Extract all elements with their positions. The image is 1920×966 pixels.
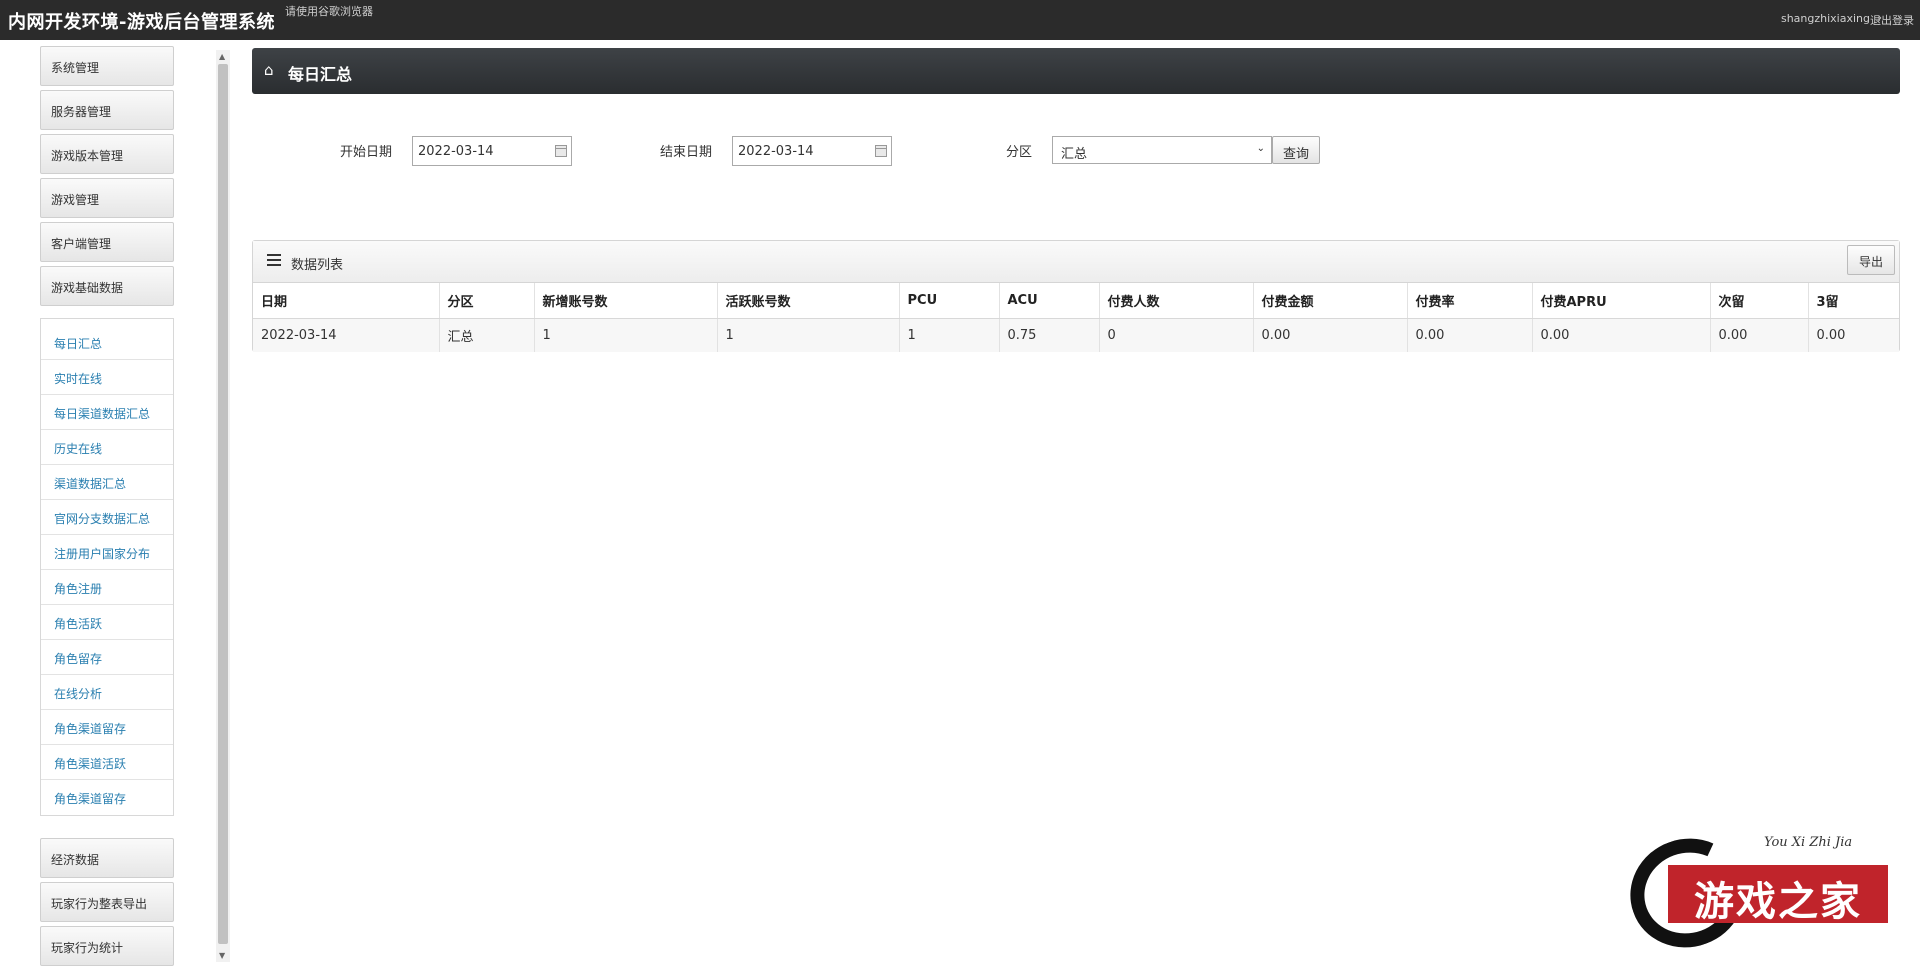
column-header[interactable]: ACU (999, 283, 1100, 319)
calendar-icon[interactable] (875, 145, 887, 157)
chevron-down-icon: ⌄ (1256, 143, 1265, 154)
sidebar-item-behavior-stats[interactable]: 玩家行为统计 (40, 926, 174, 966)
sidebar-item-economy[interactable]: 经济数据 (40, 838, 174, 878)
table-cell: 0.00 (1532, 318, 1711, 352)
table-cell: 0.00 (1710, 318, 1809, 352)
page-title: 每日汇总 (288, 65, 353, 84)
username-link[interactable]: shangzhixiaxing (1781, 12, 1870, 25)
data-list-panel: 数据列表 导出 日期 分区 新增账号数 活跃账号数 PCU ACU 付费人数 付… (252, 240, 1900, 352)
submenu-item[interactable]: 在线分析 (41, 675, 173, 710)
sidebar-top-menu: 系统管理 服务器管理 游戏版本管理 游戏管理 客户端管理 游戏基础数据 (40, 46, 176, 306)
start-date-value: 2022-03-14 (418, 144, 494, 159)
table-row: 2022-03-14 汇总 1 1 1 0.75 0 0.00 0.00 0.0… (253, 318, 1899, 352)
page-header: ⌂ 每日汇总 (252, 48, 1900, 94)
start-date-input[interactable]: 2022-03-14 (412, 136, 572, 166)
table-cell: 0.00 (1407, 318, 1533, 352)
column-header[interactable]: 活跃账号数 (717, 283, 900, 319)
export-button[interactable]: 导出 (1847, 245, 1895, 275)
table-cell: 0 (1099, 318, 1254, 352)
sidebar-submenu: 每日汇总 实时在线 每日渠道数据汇总 历史在线 渠道数据汇总 官网分支数据汇总 … (40, 318, 174, 816)
scrollbar-thumb[interactable] (218, 64, 228, 944)
end-date-label: 结束日期 (660, 145, 713, 160)
logo-script-text: You Xi Zhi Jia (1764, 835, 1853, 850)
table-cell: 0.75 (999, 318, 1100, 352)
zone-select-value: 汇总 (1061, 147, 1088, 162)
scroll-down-icon[interactable]: ▼ (219, 951, 225, 960)
submenu-item[interactable]: 角色留存 (41, 640, 173, 675)
submenu-item[interactable]: 注册用户国家分布 (41, 535, 173, 570)
table-cell: 1 (534, 318, 718, 352)
sidebar-item-game-basic-data[interactable]: 游戏基础数据 (40, 266, 174, 306)
panel-header: 数据列表 导出 (253, 241, 1899, 283)
sidebar-item-behavior-export[interactable]: 玩家行为整表导出 (40, 882, 174, 922)
column-header[interactable]: 3留 (1808, 283, 1899, 319)
end-date-input[interactable]: 2022-03-14 (732, 136, 892, 166)
submenu-item[interactable]: 角色渠道留存 (41, 780, 173, 815)
submenu-item[interactable]: 历史在线 (41, 430, 173, 465)
query-button[interactable]: 查询 (1272, 136, 1320, 164)
table-cell: 2022-03-14 (253, 318, 440, 352)
sidebar-item-server[interactable]: 服务器管理 (40, 90, 174, 130)
sidebar-scrollbar[interactable]: ▲ ▼ (216, 50, 230, 962)
column-header[interactable]: 次留 (1710, 283, 1809, 319)
submenu-item[interactable]: 官网分支数据汇总 (41, 500, 173, 535)
table-cell: 0.00 (1808, 318, 1899, 352)
end-date-value: 2022-03-14 (738, 144, 814, 159)
submenu-item[interactable]: 实时在线 (41, 360, 173, 395)
sidebar-item-game[interactable]: 游戏管理 (40, 178, 174, 218)
submenu-item[interactable]: 每日渠道数据汇总 (41, 395, 173, 430)
submenu-item[interactable]: 角色渠道活跃 (41, 745, 173, 780)
home-icon: ⌂ (264, 61, 274, 79)
list-icon (267, 254, 281, 266)
sidebar-item-client[interactable]: 客户端管理 (40, 222, 174, 262)
sidebar-item-system[interactable]: 系统管理 (40, 46, 174, 86)
table-cell: 0.00 (1253, 318, 1408, 352)
submenu-item[interactable]: 角色渠道留存 (41, 710, 173, 745)
column-header[interactable]: 付费人数 (1099, 283, 1254, 319)
logo-brand-text: 游戏之家 (1668, 865, 1888, 925)
calendar-icon[interactable] (555, 145, 567, 157)
data-table: 日期 分区 新增账号数 活跃账号数 PCU ACU 付费人数 付费金额 付费率 … (253, 283, 1899, 352)
logout-link[interactable]: 退出登录 (1870, 12, 1914, 28)
column-header[interactable]: 日期 (253, 283, 440, 319)
panel-title: 数据列表 (291, 258, 344, 273)
scroll-up-icon[interactable]: ▲ (219, 52, 225, 61)
column-header[interactable]: 分区 (439, 283, 535, 319)
submenu-item[interactable]: 角色活跃 (41, 605, 173, 640)
column-header[interactable]: 付费率 (1407, 283, 1533, 319)
start-date-label: 开始日期 (340, 145, 393, 160)
zone-label: 分区 (1006, 145, 1033, 160)
table-header-row: 日期 分区 新增账号数 活跃账号数 PCU ACU 付费人数 付费金额 付费率 … (253, 283, 1899, 319)
column-header[interactable]: PCU (899, 283, 1000, 319)
sidebar: 系统管理 服务器管理 游戏版本管理 游戏管理 客户端管理 游戏基础数据 每日汇总… (40, 46, 176, 966)
filter-bar: 开始日期 2022-03-14 结束日期 2022-03-14 分区 汇总 ⌄ … (252, 130, 1900, 170)
sidebar-item-game-version[interactable]: 游戏版本管理 (40, 134, 174, 174)
submenu-item[interactable]: 角色注册 (41, 570, 173, 605)
top-bar: 内网开发环境-游戏后台管理系统 请使用谷歌浏览器 shangzhixiaxing… (0, 0, 1920, 40)
table-cell: 1 (899, 318, 1000, 352)
column-header[interactable]: 付费金额 (1253, 283, 1408, 319)
table-cell: 汇总 (439, 318, 535, 352)
submenu-item[interactable]: 渠道数据汇总 (41, 465, 173, 500)
zone-select[interactable]: 汇总 ⌄ (1052, 136, 1272, 164)
column-header[interactable]: 新增账号数 (534, 283, 718, 319)
submenu-item[interactable]: 每日汇总 (41, 325, 173, 360)
sidebar-bottom-menu: 经济数据 玩家行为整表导出 玩家行为统计 (40, 838, 176, 966)
browser-hint: 请使用谷歌浏览器 (285, 5, 373, 18)
table-cell: 1 (717, 318, 900, 352)
app-title: 内网开发环境-游戏后台管理系统 (8, 12, 275, 33)
column-header[interactable]: 付费APRU (1532, 283, 1711, 319)
watermark-logo: You Xi Zhi Jia 游戏之家 (1614, 822, 1900, 964)
